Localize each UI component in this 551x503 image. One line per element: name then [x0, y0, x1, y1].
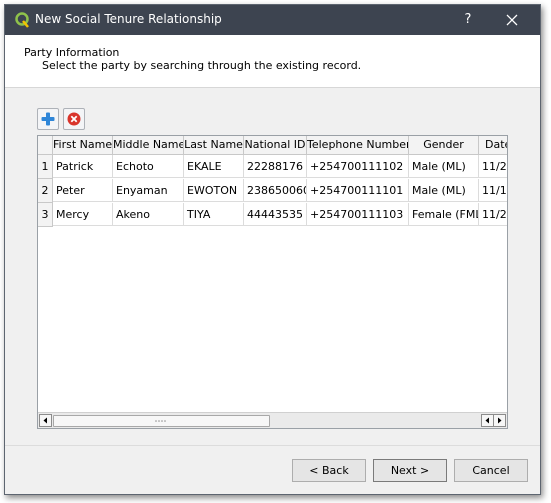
table-cell[interactable]: EKALE [184, 155, 244, 178]
help-button[interactable]: ? [457, 10, 479, 30]
row-header[interactable]: 1 [38, 155, 53, 179]
table-cell[interactable]: 44443535 [244, 203, 307, 226]
back-button[interactable]: < Back [292, 459, 366, 482]
footer-divider [5, 445, 540, 446]
table-cell[interactable]: Male (ML) [409, 155, 479, 178]
table-cell[interactable]: Akeno [113, 203, 184, 226]
next-button[interactable]: Next > [373, 459, 447, 482]
add-party-button[interactable] [37, 108, 59, 130]
table-cell[interactable]: Patrick [53, 155, 113, 178]
table-cell[interactable]: Female (FML) [409, 203, 479, 226]
close-icon[interactable] [501, 10, 523, 30]
qgis-app-icon [15, 12, 29, 28]
page-title: Party Information [24, 46, 120, 59]
column-header-gender[interactable]: Gender [409, 136, 479, 155]
table-cell[interactable]: +254700111103 [307, 203, 409, 226]
row-header[interactable]: 2 [38, 179, 53, 203]
party-table[interactable]: First Name Middle Name Last Name Nationa… [37, 135, 508, 429]
title-bar[interactable]: New Social Tenure Relationship ? [5, 5, 540, 35]
table-cell[interactable]: 11/22/ [479, 203, 507, 226]
wizard-header: Party Information Select the party by se… [5, 35, 540, 88]
remove-red-x-icon [67, 112, 81, 126]
table-cell[interactable]: 238650060 [244, 179, 307, 202]
window-title: New Social Tenure Relationship [35, 12, 222, 26]
table-cell[interactable]: EWOTON [184, 179, 244, 202]
dialog-window: New Social Tenure Relationship ? Party I… [4, 4, 541, 495]
grip-icon [155, 420, 166, 422]
remove-party-button[interactable] [63, 108, 85, 130]
scroll-right-arrow-icon[interactable] [493, 414, 506, 427]
page-subtitle: Select the party by searching through th… [42, 59, 362, 72]
table-cell[interactable]: Mercy [53, 203, 113, 226]
cancel-button[interactable]: Cancel [454, 459, 528, 482]
table-cell[interactable]: +254700111102 [307, 155, 409, 178]
row-header[interactable]: 3 [38, 203, 53, 227]
horizontal-scrollbar[interactable] [38, 412, 507, 428]
column-header-first-name[interactable]: First Name [53, 136, 113, 155]
column-header-middle-name[interactable]: Middle Name [113, 136, 184, 155]
scrollbar-thumb[interactable] [53, 415, 270, 427]
table-cell[interactable]: Male (ML) [409, 179, 479, 202]
column-header-telephone[interactable]: Telephone Number [307, 136, 409, 155]
table-corner[interactable] [38, 136, 53, 155]
table-cell[interactable]: Echoto [113, 155, 184, 178]
column-header-date[interactable]: Date [479, 136, 507, 155]
column-header-national-id[interactable]: National ID [244, 136, 307, 155]
scroll-left-arrow-icon[interactable] [39, 414, 52, 427]
table-cell[interactable]: 22288176 [244, 155, 307, 178]
column-header-last-name[interactable]: Last Name [184, 136, 244, 155]
table-cell[interactable]: Peter [53, 179, 113, 202]
table-cell[interactable]: TIYA [184, 203, 244, 226]
table-cell[interactable]: Enyaman [113, 179, 184, 202]
add-plus-icon [41, 112, 55, 126]
table-cell[interactable]: 11/19/ [479, 179, 507, 202]
table-cell[interactable]: 11/20/ [479, 155, 507, 178]
table-cell[interactable]: +254700111101 [307, 179, 409, 202]
